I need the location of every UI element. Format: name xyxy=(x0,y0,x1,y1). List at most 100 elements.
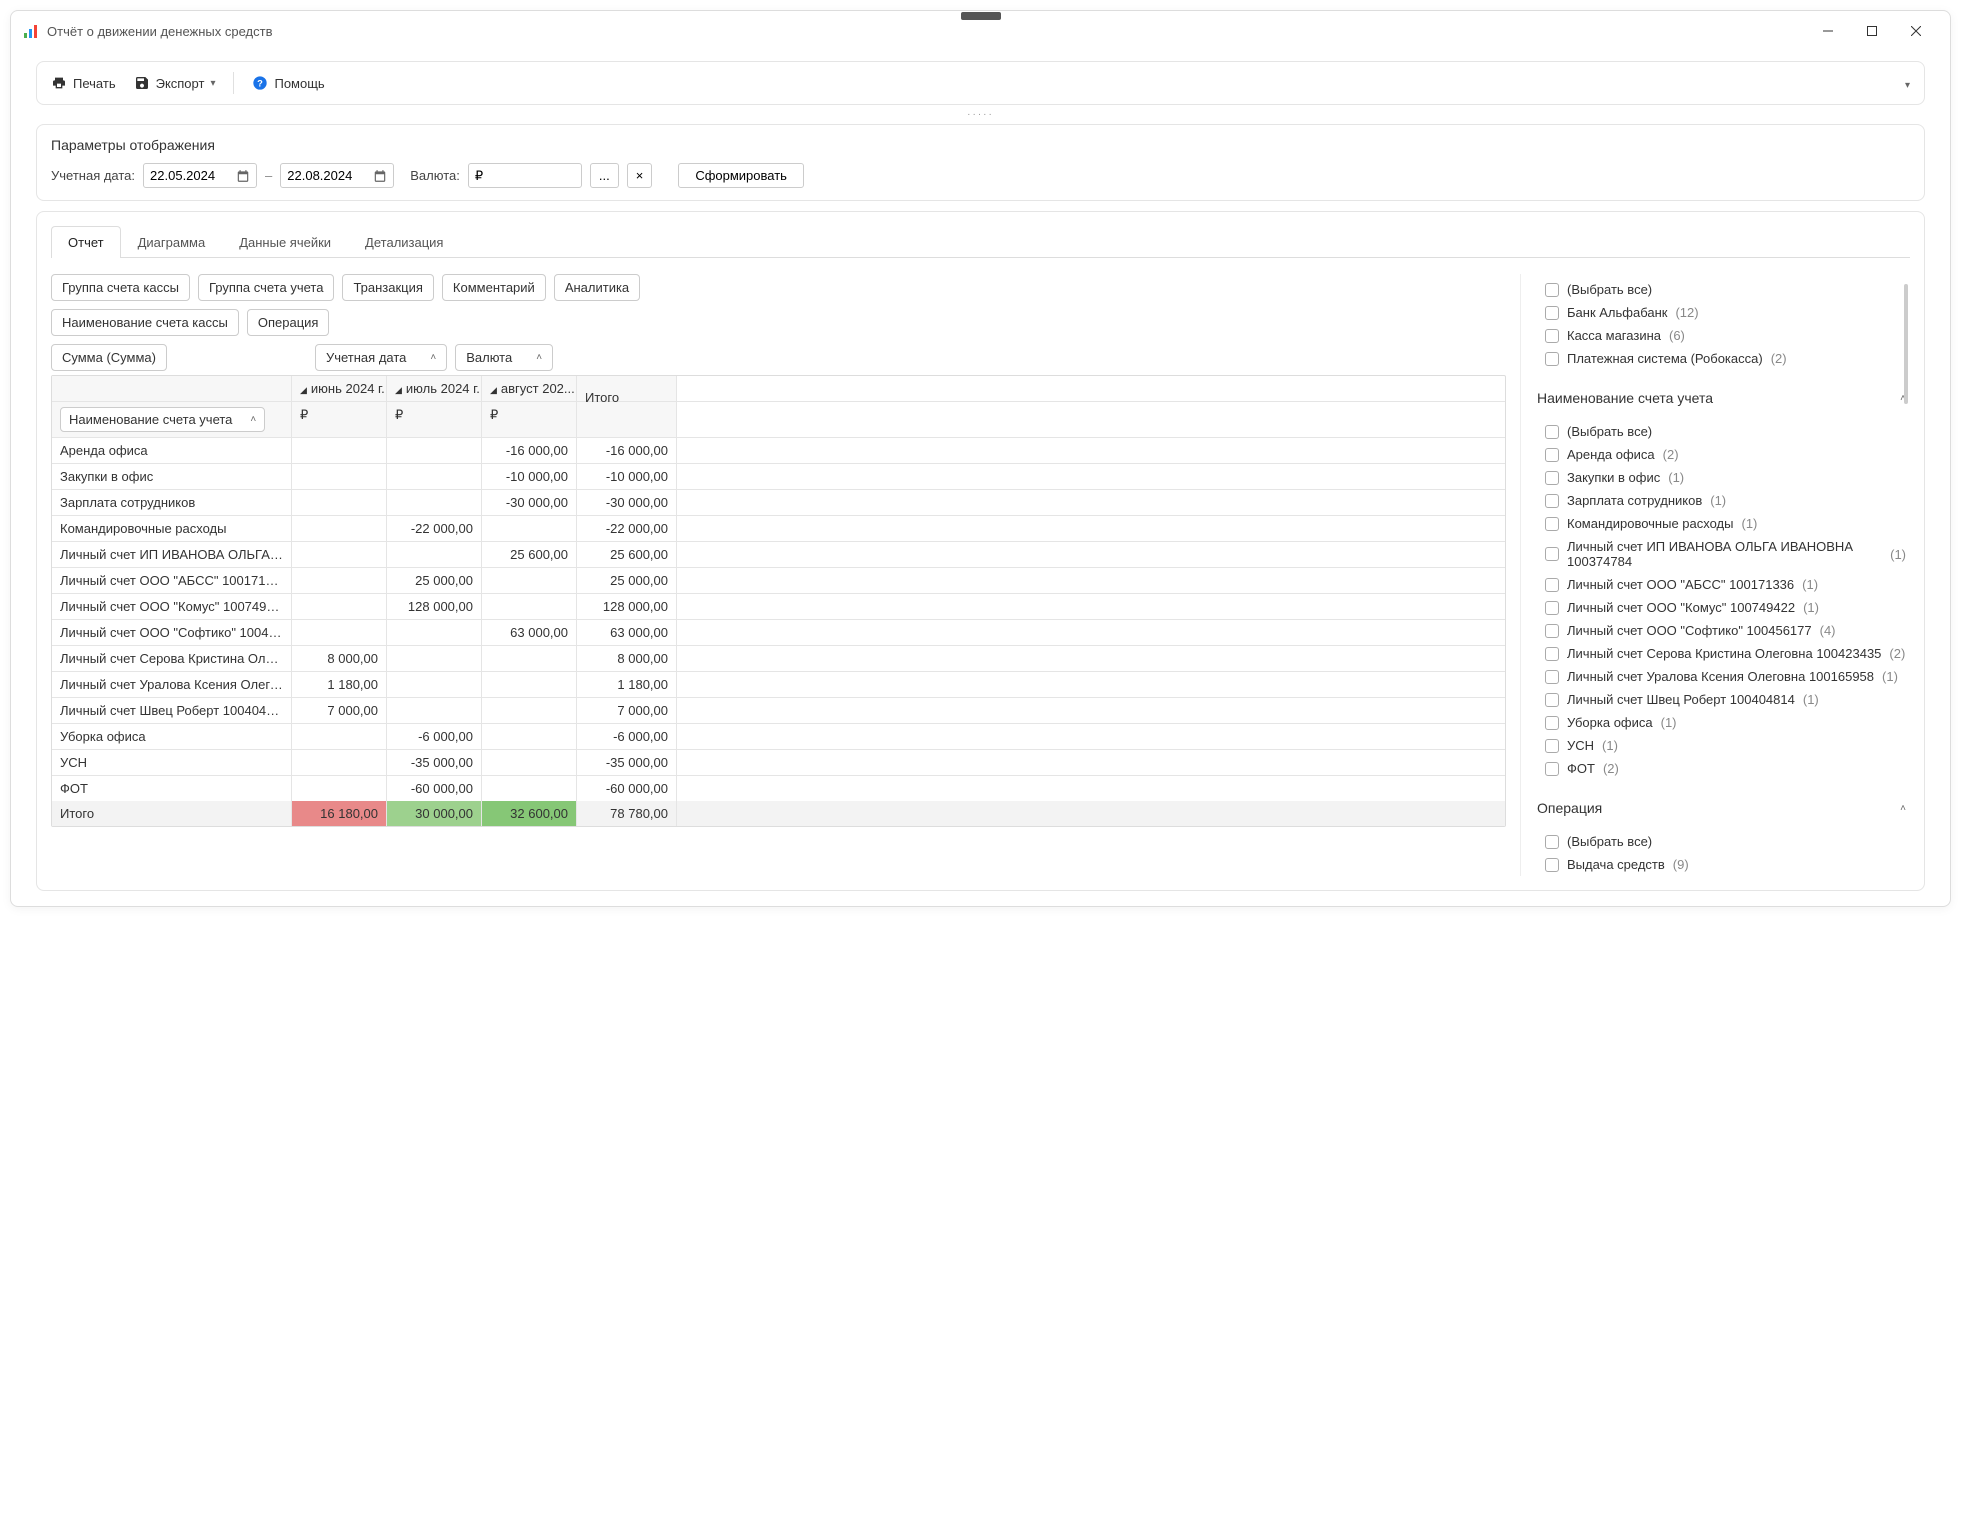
toolbar-collapse-button[interactable]: ▾ xyxy=(1905,76,1910,91)
filter-item[interactable]: Аренда офиса (2) xyxy=(1541,443,1910,466)
checkbox[interactable] xyxy=(1545,329,1559,343)
currency-value[interactable] xyxy=(475,168,575,183)
export-button[interactable]: Экспорт ▾ xyxy=(134,75,216,91)
chip-sum[interactable]: Сумма (Сумма) xyxy=(51,344,167,371)
checkbox[interactable] xyxy=(1545,835,1559,849)
table-row[interactable]: Личный счет Серова Кристина Олеговна...8… xyxy=(52,646,1505,672)
filter-item[interactable]: ФОТ (2) xyxy=(1541,757,1910,780)
checkbox[interactable] xyxy=(1545,739,1559,753)
filter-item[interactable]: (Выбрать все) xyxy=(1541,420,1910,443)
filter-item[interactable]: Банк Альфабанк (12) xyxy=(1541,301,1910,324)
currency-input[interactable] xyxy=(468,163,582,188)
table-row[interactable]: Закупки в офис-10 000,00-10 000,00 xyxy=(52,464,1505,490)
filter-group-uchet[interactable]: Наименование счета учета ˄ xyxy=(1533,380,1910,416)
checkbox[interactable] xyxy=(1545,624,1559,638)
table-row[interactable]: Личный счет ООО "Софтико" 10045617763 00… xyxy=(52,620,1505,646)
table-row[interactable]: Аренда офиса-16 000,00-16 000,00 xyxy=(52,438,1505,464)
checkbox[interactable] xyxy=(1545,306,1559,320)
chip-comment[interactable]: Комментарий xyxy=(442,274,546,301)
currency-more-button[interactable]: ... xyxy=(590,163,619,188)
chip-transaction[interactable]: Транзакция xyxy=(342,274,433,301)
col-jul[interactable]: ◢июль 2024 г. xyxy=(387,376,482,401)
checkbox[interactable] xyxy=(1545,858,1559,872)
currency-clear-button[interactable]: × xyxy=(627,163,653,188)
filter-item[interactable]: УСН (1) xyxy=(1541,734,1910,757)
table-row[interactable]: Личный счет Швец Роберт 1004048147 000,0… xyxy=(52,698,1505,724)
chip-group-uchet[interactable]: Группа счета учета xyxy=(198,274,335,301)
tab-detail[interactable]: Детализация xyxy=(348,226,460,258)
filter-item[interactable]: Личный счет ООО "Комус" 100749422 (1) xyxy=(1541,596,1910,619)
chip-date-column[interactable]: Учетная дата ˄ xyxy=(315,344,447,371)
checkbox[interactable] xyxy=(1545,578,1559,592)
table-row[interactable]: Личный счет ООО "АБСС" 10017133625 000,0… xyxy=(52,568,1505,594)
checkbox[interactable] xyxy=(1545,352,1559,366)
filter-item[interactable]: Личный счет ООО "Софтико" 100456177 (4) xyxy=(1541,619,1910,642)
chip-analytics[interactable]: Аналитика xyxy=(554,274,640,301)
date-to-value[interactable] xyxy=(287,168,367,183)
panel-resize-handle[interactable]: ····· xyxy=(11,109,1950,120)
row-name: Личный счет Серова Кристина Олеговна... xyxy=(52,646,292,671)
date-from-input[interactable] xyxy=(143,163,257,188)
filter-item[interactable]: Зарплата сотрудников (1) xyxy=(1541,489,1910,512)
tab-diagram[interactable]: Диаграмма xyxy=(121,226,223,258)
checkbox[interactable] xyxy=(1545,448,1559,462)
filter-item[interactable]: Выдача средств (9) xyxy=(1541,853,1910,876)
window-resize-handle[interactable] xyxy=(961,12,1001,20)
cell-aug: -10 000,00 xyxy=(482,464,577,489)
table-row[interactable]: Командировочные расходы-22 000,00-22 000… xyxy=(52,516,1505,542)
chip-currency-column[interactable]: Валюта ˄ xyxy=(455,344,553,371)
checkbox[interactable] xyxy=(1545,716,1559,730)
chip-name-kassa[interactable]: Наименование счета кассы xyxy=(51,309,239,336)
filter-item[interactable]: Личный счет Уралова Ксения Олеговна 1001… xyxy=(1541,665,1910,688)
checkbox[interactable] xyxy=(1545,647,1559,661)
generate-button[interactable]: Сформировать xyxy=(678,163,804,188)
filter-item[interactable]: Платежная система (Робокасса) (2) xyxy=(1541,347,1910,370)
filter-item[interactable]: Личный счет ИП ИВАНОВА ОЛЬГА ИВАНОВНА 10… xyxy=(1541,535,1910,573)
help-button[interactable]: ? Помощь xyxy=(252,75,324,91)
maximize-button[interactable] xyxy=(1850,17,1894,45)
filter-group-operation[interactable]: Операция ˄ xyxy=(1533,790,1910,826)
date-from-value[interactable] xyxy=(150,168,230,183)
table-row[interactable]: Уборка офиса-6 000,00-6 000,00 xyxy=(52,724,1505,750)
calendar-icon[interactable] xyxy=(236,169,250,183)
checkbox[interactable] xyxy=(1545,283,1559,297)
col-aug[interactable]: ◢август 202... xyxy=(482,376,577,401)
checkbox[interactable] xyxy=(1545,494,1559,508)
row-field-chip[interactable]: Наименование счета учета ˄ xyxy=(60,407,265,432)
filter-item[interactable]: (Выбрать все) xyxy=(1541,830,1910,853)
filter-item[interactable]: Касса магазина (6) xyxy=(1541,324,1910,347)
filter-item[interactable]: Уборка офиса (1) xyxy=(1541,711,1910,734)
chip-group-kassa[interactable]: Группа счета кассы xyxy=(51,274,190,301)
calendar-icon[interactable] xyxy=(373,169,387,183)
close-button[interactable] xyxy=(1894,17,1938,45)
table-row[interactable]: УСН-35 000,00-35 000,00 xyxy=(52,750,1505,776)
checkbox[interactable] xyxy=(1545,601,1559,615)
filter-item[interactable]: Личный счет Швец Роберт 100404814 (1) xyxy=(1541,688,1910,711)
col-jun[interactable]: ◢июнь 2024 г. xyxy=(292,376,387,401)
filter-item[interactable]: (Выбрать все) xyxy=(1541,278,1910,301)
filter-item[interactable]: Личный счет ООО "АБСС" 100171336 (1) xyxy=(1541,573,1910,596)
minimize-button[interactable] xyxy=(1806,17,1850,45)
tab-report[interactable]: Отчет xyxy=(51,226,121,258)
filter-item[interactable]: Командировочные расходы (1) xyxy=(1541,512,1910,535)
table-row[interactable]: Личный счет ИП ИВАНОВА ОЛЬГА ИВАН...25 6… xyxy=(52,542,1505,568)
scrollbar[interactable] xyxy=(1904,274,1908,876)
checkbox[interactable] xyxy=(1545,693,1559,707)
checkbox[interactable] xyxy=(1545,517,1559,531)
date-to-input[interactable] xyxy=(280,163,394,188)
filter-item[interactable]: Закупки в офис (1) xyxy=(1541,466,1910,489)
filter-item[interactable]: Личный счет Серова Кристина Олеговна 100… xyxy=(1541,642,1910,665)
table-row[interactable]: ФОТ-60 000,00-60 000,00 xyxy=(52,776,1505,801)
print-button[interactable]: Печать xyxy=(51,75,116,91)
checkbox[interactable] xyxy=(1545,670,1559,684)
chevron-up-icon: ˄ xyxy=(250,414,256,425)
table-row[interactable]: Зарплата сотрудников-30 000,00-30 000,00 xyxy=(52,490,1505,516)
table-row[interactable]: Личный счет Уралова Ксения Олеговна 1...… xyxy=(52,672,1505,698)
chip-operation[interactable]: Операция xyxy=(247,309,330,336)
checkbox[interactable] xyxy=(1545,425,1559,439)
checkbox[interactable] xyxy=(1545,547,1559,561)
checkbox[interactable] xyxy=(1545,762,1559,776)
checkbox[interactable] xyxy=(1545,471,1559,485)
table-row[interactable]: Личный счет ООО "Комус" 100749422128 000… xyxy=(52,594,1505,620)
tab-cell-data[interactable]: Данные ячейки xyxy=(222,226,348,258)
